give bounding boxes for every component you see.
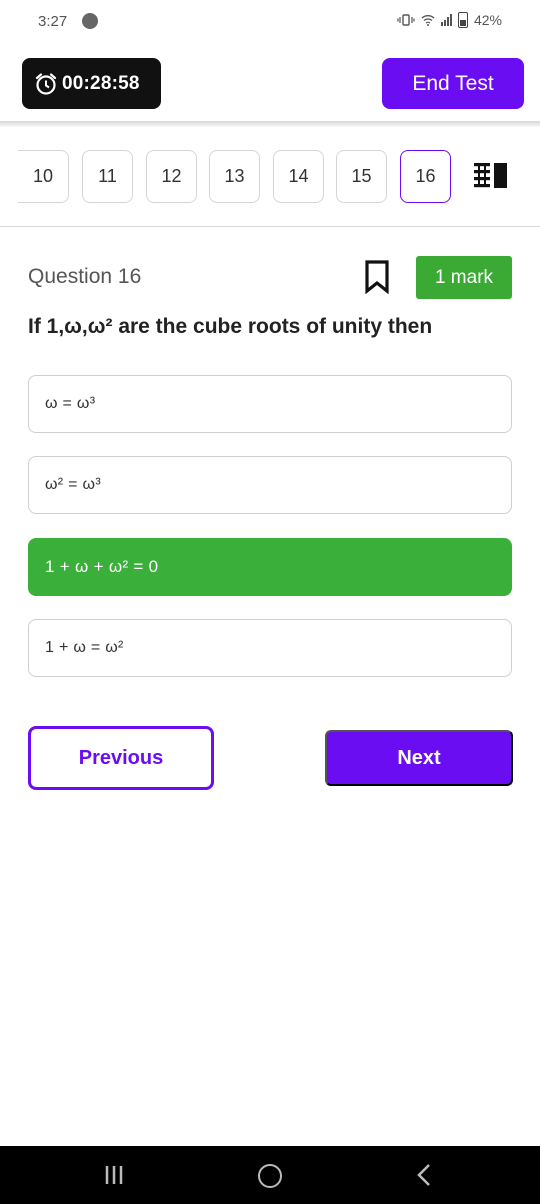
system-navigation-bar [0, 1146, 540, 1204]
previous-button[interactable]: Previous [28, 726, 214, 790]
answer-option-text: 1 + ω = ω² [45, 639, 124, 656]
answer-option[interactable]: ω² = ω³ [28, 456, 512, 514]
status-time: 3:27 [38, 13, 68, 30]
answer-option-text: ω = ω³ [45, 395, 96, 412]
answer-option[interactable]: ω = ω³ [28, 375, 512, 433]
recent-apps-icon[interactable] [104, 1164, 124, 1186]
battery-icon [457, 12, 468, 28]
test-timer: 00:28:58 [22, 58, 161, 109]
question-number-label: 15 [351, 166, 372, 186]
home-icon[interactable] [258, 1164, 282, 1188]
bookmark-icon[interactable] [364, 260, 390, 294]
question-navigator: 10 11 12 13 14 15 16 [0, 150, 470, 204]
question-text: If 1,ω,ω² are the cube roots of unity th… [28, 315, 433, 338]
wifi-icon [421, 15, 435, 26]
marks-badge: 1 mark [416, 256, 512, 299]
question-grid-toggle-icon[interactable] [474, 162, 508, 190]
next-button[interactable]: Next [325, 730, 513, 786]
alarm-clock-icon [35, 72, 57, 95]
question-number-button[interactable]: 14 [273, 150, 324, 203]
header-divider [0, 121, 540, 127]
question-number-button[interactable]: 10 [18, 150, 69, 203]
status-bar: 3:27 42% [0, 0, 540, 44]
battery-percent: 42% [473, 12, 502, 28]
answer-option[interactable]: 1 + ω = ω² [28, 619, 512, 677]
answer-option-correct[interactable]: 1 + ω + ω² = 0 [28, 538, 512, 596]
question-number-button[interactable]: 12 [146, 150, 197, 203]
question-number-label: 14 [288, 166, 309, 186]
question-number-label: 11 [98, 166, 117, 186]
app-notification-icon [82, 13, 98, 29]
navigator-divider [0, 226, 540, 227]
back-icon[interactable] [414, 1162, 434, 1188]
timer-value: 00:28:58 [62, 72, 140, 94]
question-number-label: 10 [32, 166, 54, 186]
signal-icon [440, 14, 452, 26]
answer-option-text: 1 + ω + ω² = 0 [45, 557, 159, 576]
end-test-button[interactable]: End Test [382, 58, 524, 109]
question-number-label: 13 [224, 166, 245, 186]
vibrate-icon [397, 14, 415, 26]
question-number-button[interactable]: 13 [209, 150, 260, 203]
answer-option-text: ω² = ω³ [45, 476, 101, 493]
question-number-label: 16 [415, 166, 436, 186]
status-icons: 42% [397, 12, 502, 28]
question-number-button[interactable]: 15 [336, 150, 387, 203]
question-number-button[interactable]: 11 [82, 150, 133, 203]
question-number-button-current[interactable]: 16 [400, 150, 451, 203]
question-number-title: Question 16 [28, 265, 142, 288]
question-number-label: 12 [161, 166, 182, 186]
